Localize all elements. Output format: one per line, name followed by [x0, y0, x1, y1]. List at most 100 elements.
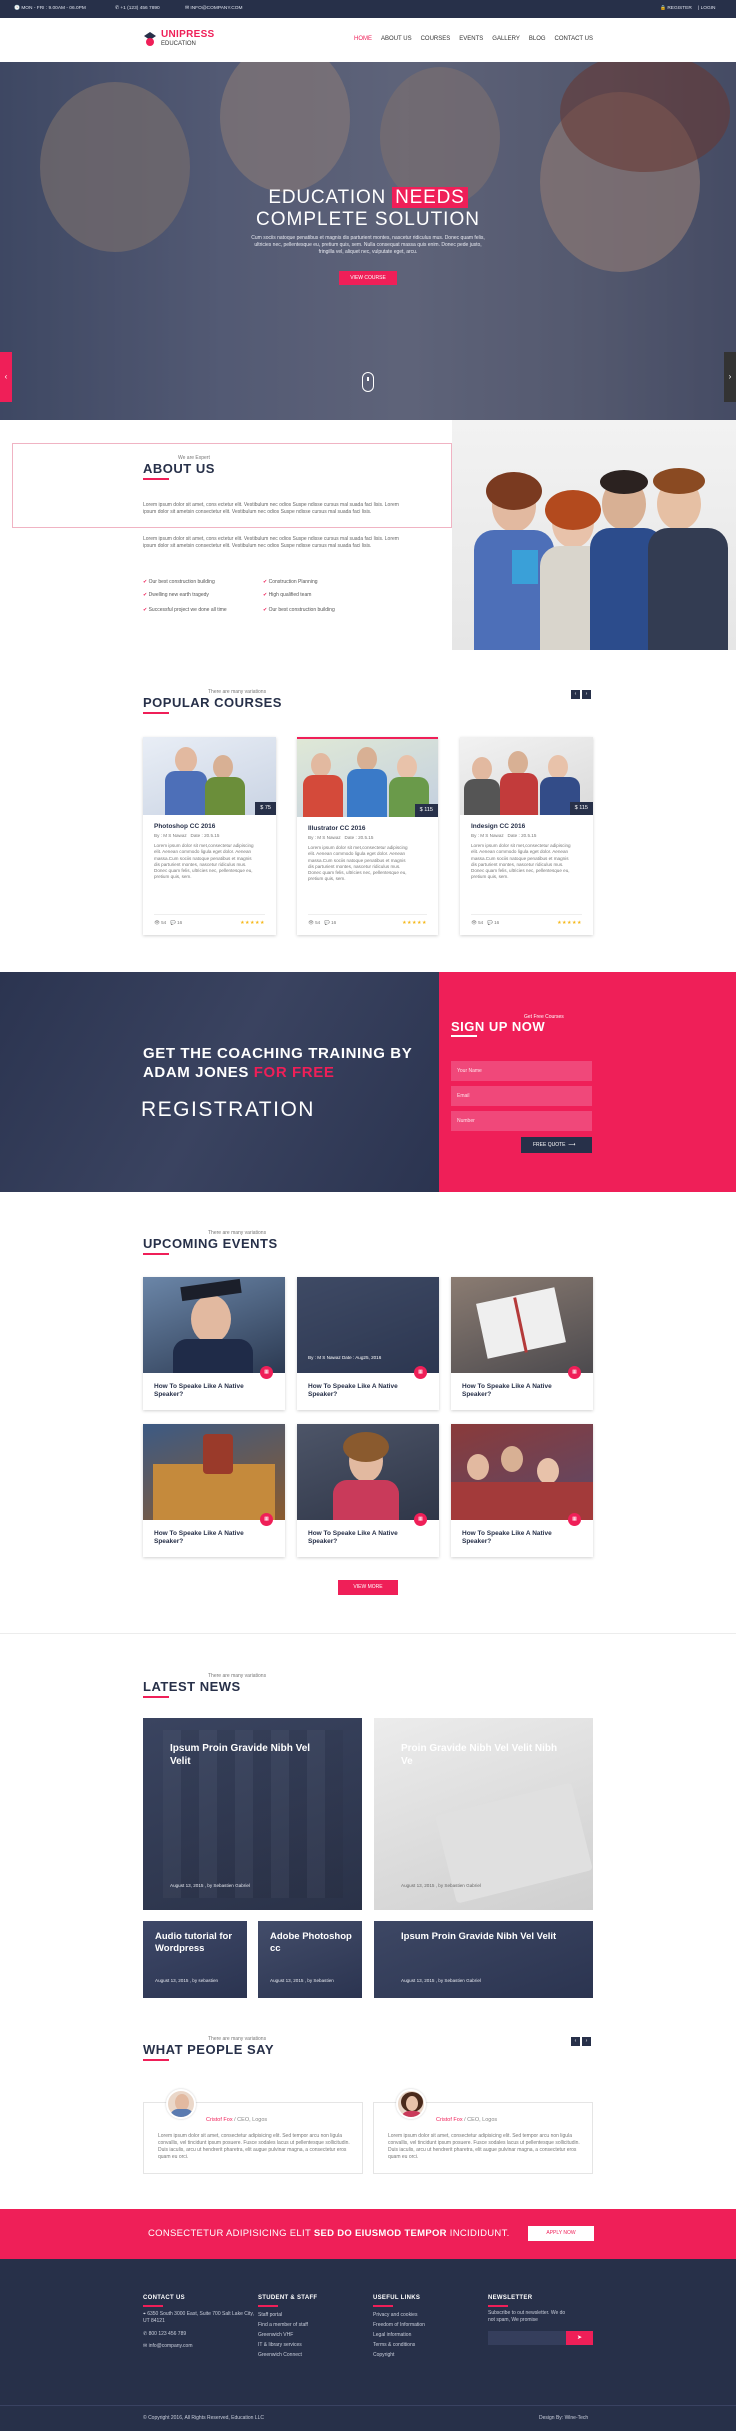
avatar-face: [406, 2096, 418, 2111]
event-calendar-icon[interactable]: ▦: [260, 1366, 273, 1379]
nav-courses[interactable]: COURSES: [421, 36, 451, 42]
footer-useful-link[interactable]: Terms & conditions: [373, 2340, 415, 2350]
title-underline: [143, 712, 169, 714]
register-link[interactable]: 🔒 REGISTER: [660, 6, 692, 11]
footer-useful-link[interactable]: Copyright: [373, 2350, 394, 2360]
footer-staff-link[interactable]: Find a member of staff: [258, 2320, 308, 2330]
footer-useful-link[interactable]: Freedom of Information: [373, 2320, 425, 2330]
rating-stars: ★★★★★: [557, 920, 582, 926]
number-input[interactable]: Number: [451, 1111, 592, 1131]
person-face: [537, 1458, 559, 1484]
nav-blog[interactable]: BLOG: [529, 36, 546, 42]
news-title: LATEST NEWS: [143, 1679, 241, 1694]
testimonials-prev-arrow-icon[interactable]: ‹: [571, 2037, 580, 2046]
hero-prev-arrow-icon[interactable]: ‹: [0, 352, 12, 402]
news-title[interactable]: Proin Gravide Nibh Vel Velit Nibh Ve: [401, 1742, 566, 1768]
about-check-item: Construction Planning: [263, 579, 318, 585]
courses-prev-arrow-icon[interactable]: ‹: [571, 690, 580, 699]
comments-count: 16: [494, 920, 500, 925]
course-card[interactable]: $ 115 Illustrator CC 2016 By : M S Nawaz…: [297, 737, 438, 935]
hero-next-arrow-icon[interactable]: ›: [724, 352, 736, 402]
event-card[interactable]: ▦ How To Speake Like A Native Speaker?: [451, 1277, 593, 1410]
scroll-mouse-icon[interactable]: [362, 372, 374, 392]
email-input[interactable]: Email: [451, 1086, 592, 1106]
course-title[interactable]: Indesign CC 2016: [471, 823, 525, 830]
nav-about[interactable]: ABOUT US: [381, 36, 412, 42]
footer-staff-link[interactable]: Greenwich Connect: [258, 2350, 302, 2360]
news-card-small[interactable]: Audio tutorial for Wordpress August 13, …: [143, 1921, 247, 1998]
avatar: [396, 2089, 426, 2119]
news-card-featured[interactable]: Ipsum Proin Gravide Nibh Vel Velit Augus…: [143, 1718, 362, 1910]
nav-gallery[interactable]: GALLERY: [492, 36, 520, 42]
event-calendar-icon[interactable]: ▦: [414, 1513, 427, 1526]
news-title[interactable]: Audio tutorial for Wordpress: [155, 1931, 245, 1955]
footer-newsletter-text: Subscribe to out newsletter. We do not s…: [488, 2310, 566, 2323]
news-title[interactable]: Ipsum Proin Gravide Nibh Vel Velit: [401, 1931, 581, 1943]
course-title[interactable]: Photoshop CC 2016: [154, 823, 215, 830]
course-card[interactable]: $ 75 Photoshop CC 2016 By : M S Nawaz Da…: [143, 737, 276, 935]
testimonials-next-arrow-icon[interactable]: ›: [582, 2037, 591, 2046]
event-title[interactable]: How To Speake Like A Native Speaker?: [154, 1530, 264, 1546]
news-title[interactable]: Adobe Photoshop cc: [270, 1931, 360, 1955]
news-card-featured[interactable]: Proin Gravide Nibh Vel Velit Nibh Ve Aug…: [374, 1718, 593, 1910]
view-course-button[interactable]: VIEW COURSE: [339, 271, 397, 285]
event-title[interactable]: How To Speake Like A Native Speaker?: [462, 1530, 572, 1546]
coaching-line-2: ADAM JONES FOR FREE: [143, 1063, 433, 1082]
event-card[interactable]: ▦ How To Speake Like A Native Speaker?: [297, 1424, 439, 1557]
send-icon[interactable]: ➤: [566, 2331, 593, 2345]
footer-staff-link[interactable]: IT & library services: [258, 2340, 302, 2350]
student-face: [548, 755, 568, 779]
mail-icon: ✉: [143, 2343, 148, 2349]
footer-email[interactable]: ✉ info@company.com: [143, 2341, 192, 2351]
courses-next-arrow-icon[interactable]: ›: [582, 690, 591, 699]
footer-useful-title: USEFUL LINKS: [373, 2295, 421, 2301]
logo-text[interactable]: UNIPRESS: [161, 29, 215, 40]
about-check-item: Our best construction building: [143, 579, 215, 585]
event-calendar-icon[interactable]: ▦: [568, 1366, 581, 1379]
course-meta: By : M S Nawaz Date : 20.5.15: [308, 835, 373, 840]
nav-contact[interactable]: CONTACT US: [555, 36, 593, 42]
nav-events[interactable]: EVENTS: [459, 36, 483, 42]
footer-useful-link[interactable]: Legal information: [373, 2330, 411, 2340]
rating-stars: ★★★★★: [240, 920, 265, 926]
news-date: August 13, 2015 , by Sebastien Gabriel: [401, 1978, 481, 1983]
name-input[interactable]: Your Name: [451, 1061, 592, 1081]
event-image: [451, 1277, 593, 1373]
apply-now-button[interactable]: APPLY NOW: [528, 2226, 594, 2241]
footer-staff-link[interactable]: Staff portal: [258, 2310, 282, 2320]
comments-count: 16: [177, 920, 183, 925]
free-quote-button[interactable]: FREE QUOTE ⟶: [521, 1137, 592, 1153]
event-calendar-icon[interactable]: ▦: [414, 1366, 427, 1379]
newsletter-email-input[interactable]: [488, 2331, 566, 2345]
course-title[interactable]: Illustrator CC 2016: [308, 825, 365, 832]
event-card[interactable]: ▦ How To Speake Like A Native Speaker?: [143, 1424, 285, 1557]
news-title[interactable]: Ipsum Proin Gravide Nibh Vel Velit: [170, 1742, 330, 1768]
event-title[interactable]: How To Speake Like A Native Speaker?: [154, 1383, 264, 1399]
hero-title-b: NEEDS: [392, 187, 468, 208]
coaching-banner: GET THE COACHING TRAINING BY ADAM JONES …: [0, 972, 439, 1192]
login-link[interactable]: | LOGIN: [698, 6, 716, 11]
news-card-wide[interactable]: Ipsum Proin Gravide Nibh Vel Velit Augus…: [374, 1921, 593, 1998]
title-underline: [143, 478, 169, 480]
avatar-body: [401, 2111, 423, 2117]
event-card[interactable]: ▦ How To Speake Like A Native Speaker?: [143, 1277, 285, 1410]
cta-text-c: INCIDIDUNT.: [449, 2228, 510, 2239]
event-title[interactable]: How To Speake Like A Native Speaker?: [462, 1383, 572, 1399]
course-price: $ 75: [255, 802, 276, 815]
hero-text: Cum sociis natoque penatibus et magnis d…: [251, 235, 485, 255]
event-title[interactable]: How To Speake Like A Native Speaker?: [308, 1383, 418, 1399]
about-students-photo: [452, 420, 736, 650]
event-calendar-icon[interactable]: ▦: [260, 1513, 273, 1526]
event-card[interactable]: ▦ How To Speake Like A Native Speaker?: [451, 1424, 593, 1557]
nav-home[interactable]: HOME: [354, 36, 372, 42]
footer-staff-link[interactable]: Greenwich VHF: [258, 2330, 293, 2340]
hours-value: MON - FRI : 9.00AM - 06.0PM: [21, 6, 86, 11]
footer-useful-link[interactable]: Privacy and cookies: [373, 2310, 417, 2320]
title-underline: [488, 2305, 508, 2307]
event-calendar-icon[interactable]: ▦: [568, 1513, 581, 1526]
course-card[interactable]: $ 115 Indesign CC 2016 By : M S Nawaz Da…: [460, 737, 593, 935]
event-title[interactable]: How To Speake Like A Native Speaker?: [308, 1530, 418, 1546]
event-card[interactable]: By : M S Nawaz Date : Aug25, 2016 ▦ How …: [297, 1277, 439, 1410]
view-more-button[interactable]: VIEW MORE: [338, 1580, 398, 1595]
news-card-small[interactable]: Adobe Photoshop cc August 13, 2015 , by …: [258, 1921, 362, 1998]
